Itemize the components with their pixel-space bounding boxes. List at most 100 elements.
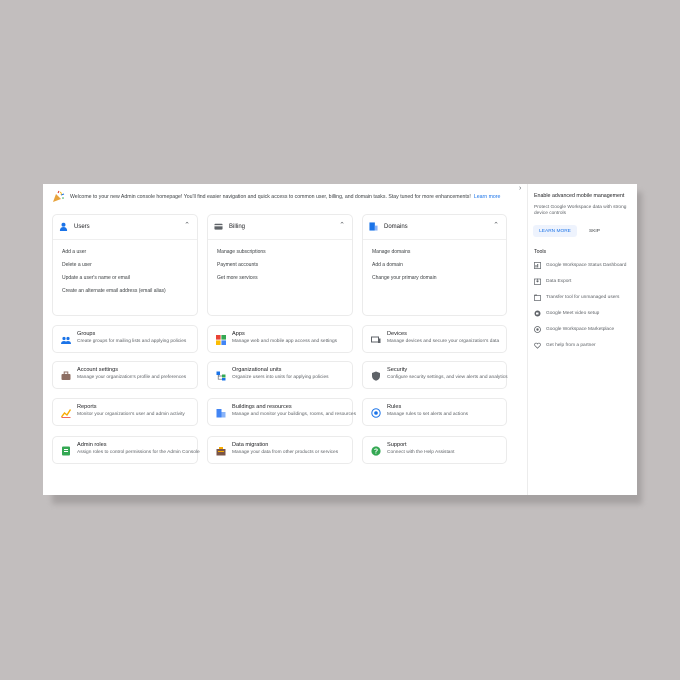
divider [208,239,352,240]
rules-tile[interactable]: Rules Manage rules to set alerts and act… [362,398,507,426]
welcome-banner: Welcome to your new Admin console homepa… [51,188,521,206]
tool-transfer[interactable]: Transfer tool for unmanaged users [534,294,619,301]
billing-card: Billing ⌃ Manage subscriptions Payment a… [207,214,353,316]
tool-status-dashboard[interactable]: Google Workspace Status Dashboard [534,262,626,269]
tool-label: Data Export [546,279,572,284]
update-user-link[interactable]: Update a user's name or email [62,275,130,281]
tool-meet-setup[interactable]: Google Meet video setup [534,310,599,317]
apps-desc: Manage web and mobile app access and set… [232,338,338,344]
person-icon [59,222,68,231]
manage-domains-link[interactable]: Manage domains [372,249,410,255]
payment-accounts-link[interactable]: Payment accounts [217,262,258,268]
chevron-up-icon[interactable]: ⌃ [493,221,499,229]
domains-card-header[interactable]: Domains [369,222,408,231]
admin-console-screen: ​ Welcome to your new Admin console home… [43,184,637,495]
tools-heading: Tools [534,249,547,255]
admin-roles-icon [62,446,70,456]
apps-icon [216,335,226,345]
users-card: Users ⌃ Add a user Delete a user Update … [52,214,198,316]
tool-label: Google Workspace Marketplace [546,327,615,332]
meet-icon [534,310,541,317]
devices-tile[interactable]: Devices Manage devices and secure your o… [362,325,507,353]
dashboard-icon [534,262,541,269]
tool-partner-help[interactable]: Get help from a partner [534,342,596,349]
get-more-services-link[interactable]: Get more services [217,275,258,281]
org-units-tile[interactable]: Organizational units Organize users into… [207,361,353,389]
skip-button[interactable]: SKIP [589,225,600,237]
data-migration-title: Data migration [232,442,269,448]
mobile-management-desc: Protect Google Workspace data with stron… [534,205,627,217]
devices-icon [371,336,381,343]
buildings-icon [216,409,226,418]
support-title: Support [387,442,407,448]
divider [53,239,197,240]
reports-title: Reports [77,404,97,410]
security-title: Security [387,367,408,373]
account-settings-title: Account settings [77,367,119,373]
rules-desc: Manage rules to set alerts and actions [387,411,469,417]
main-content: Welcome to your new Admin console homepa… [43,184,527,495]
panel-collapse-chevron-icon[interactable]: › [519,185,521,192]
groups-title: Groups [77,331,96,337]
learn-more-button[interactable]: LEARN MORE [533,225,577,237]
mobile-management-title: Enable advanced mobile management [534,193,625,199]
org-units-title: Organizational units [232,367,282,373]
support-desc: Connect with the Help Assistant [387,449,455,455]
partner-icon [534,342,541,349]
tool-marketplace[interactable]: Google Workspace Marketplace [534,326,614,333]
banner-learn-more-link[interactable]: Learn more [474,194,501,200]
account-settings-desc: Manage your organization's profile and p… [77,374,187,380]
help-icon: ? [371,446,381,456]
credit-card-icon [214,223,223,230]
devices-desc: Manage devices and secure your organizat… [387,338,500,344]
divider [363,239,506,240]
org-units-desc: Organize users into units for applying p… [232,374,329,380]
admin-roles-title: Admin roles [77,442,107,448]
transfer-icon [534,294,541,301]
add-domain-link[interactable]: Add a domain [372,262,403,268]
users-card-header[interactable]: Users [59,222,90,231]
buildings-tile[interactable]: Buildings and resources Manage and monit… [207,398,356,426]
chevron-up-icon[interactable]: ⌃ [184,221,190,229]
tool-label: Google Workspace Status Dashboard [546,263,627,268]
rules-icon [371,408,381,418]
data-migration-tile[interactable]: Data migration Manage your data from oth… [207,436,353,464]
data-migration-icon [216,447,226,456]
org-units-icon [216,371,226,381]
change-primary-domain-link[interactable]: Change your primary domain [372,275,436,281]
tool-data-export[interactable]: Data Export [534,278,571,285]
groups-desc: Create groups for mailing lists and appl… [77,338,187,344]
reports-tile[interactable]: Reports Monitor your organization's user… [52,398,198,426]
security-tile[interactable]: Security Configure security settings, an… [362,361,508,389]
devices-title: Devices [387,331,407,337]
security-desc: Configure security settings, and view al… [387,374,508,380]
admin-roles-desc: Assign roles to control permissions for … [77,449,200,455]
admin-roles-tile[interactable]: Admin roles Assign roles to control perm… [52,436,200,464]
shield-icon [372,371,380,381]
account-settings-tile[interactable]: Account settings Manage your organizatio… [52,361,198,389]
tool-label: Get help from a partner [546,343,596,348]
apps-tile[interactable]: Apps Manage web and mobile app access an… [207,325,353,353]
domains-card: Domains ⌃ Manage domains Add a domain Ch… [362,214,507,316]
manage-subscriptions-link[interactable]: Manage subscriptions [217,249,266,255]
email-alias-link[interactable]: Create an alternate email address (email… [62,288,166,294]
domains-card-title: Domains [384,223,408,230]
briefcase-icon [61,371,71,380]
buildings-title: Buildings and resources [232,404,292,410]
support-tile[interactable]: ? Support Connect with the Help Assistan… [362,436,507,464]
billing-card-header[interactable]: Billing [214,222,245,231]
apps-title: Apps [232,331,245,337]
delete-user-link[interactable]: Delete a user [62,262,92,268]
rules-title: Rules [387,404,402,410]
party-popper-icon [53,190,65,202]
add-user-link[interactable]: Add a user [62,249,86,255]
groups-icon [61,336,71,344]
billing-card-title: Billing [229,223,246,230]
banner-text: Welcome to your new Admin console homepa… [70,194,471,200]
chevron-up-icon[interactable]: ⌃ [339,221,345,229]
svg-text:?: ? [374,448,378,455]
right-panel: Enable advanced mobile management Protec… [527,184,637,495]
marketplace-icon [534,326,541,333]
groups-tile[interactable]: Groups Create groups for mailing lists a… [52,325,198,353]
tool-label: Transfer tool for unmanaged users [546,295,620,300]
